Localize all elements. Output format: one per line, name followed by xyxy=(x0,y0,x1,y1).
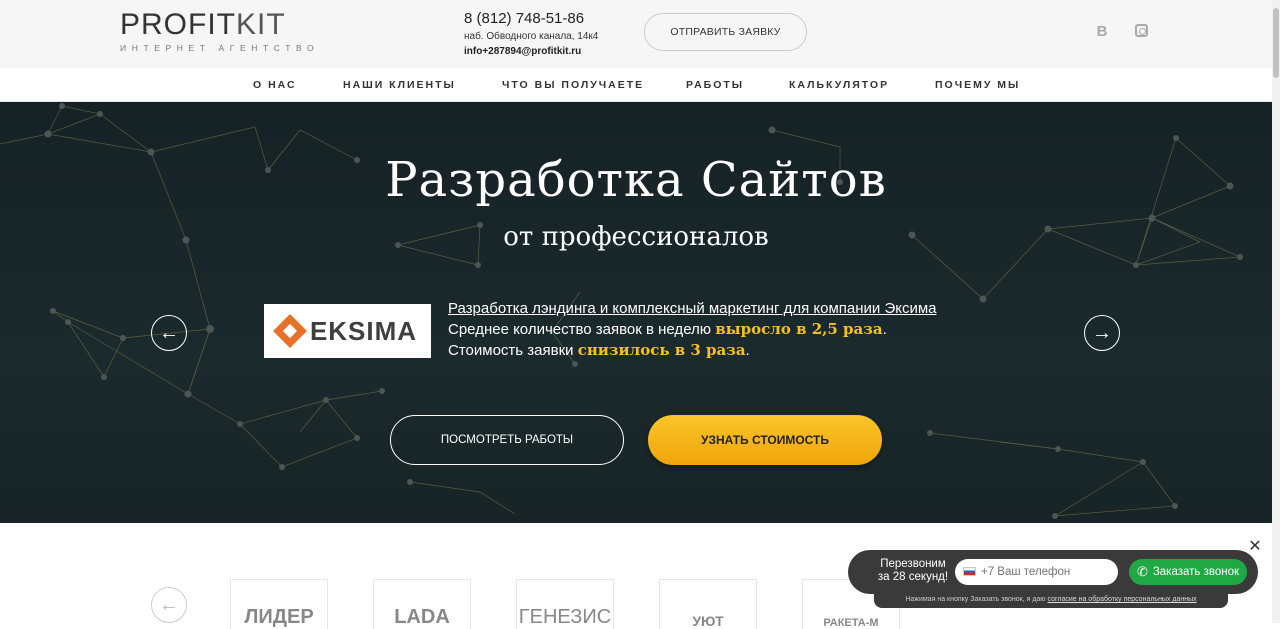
close-icon[interactable]: ✕ xyxy=(1247,539,1263,555)
slider-prev-button[interactable]: ← xyxy=(151,315,187,351)
case-description: Разработка лэндинга и комплексный маркет… xyxy=(448,298,937,361)
client-logo: ГЕНЕЗИС xyxy=(516,579,614,629)
consent-note: Нажимая на кнопку Заказать звонок, я даю… xyxy=(874,592,1228,608)
nav-item-clients[interactable]: НАШИ КЛИЕНТЫ xyxy=(343,79,456,91)
nav-item-works[interactable]: РАБОТЫ xyxy=(686,79,744,91)
email-link[interactable]: info+287894@profitkit.ru xyxy=(464,46,598,57)
send-request-button[interactable]: ОТПРАВИТЬ ЗАЯВКУ xyxy=(644,13,807,51)
main-nav: О НАС НАШИ КЛИЕНТЫ ЧТО ВЫ ПОЛУЧАЕТЕ РАБО… xyxy=(0,68,1272,102)
client-logo: ЛИДЕР xyxy=(230,579,328,629)
case-result-leads: Среднее количество заявок в неделю вырос… xyxy=(448,320,887,338)
phone-icon: ✆ xyxy=(1136,564,1148,579)
scrollbar[interactable] xyxy=(1272,0,1280,623)
hero-section: Разработка Сайтов от профессионалов ← → … xyxy=(0,102,1272,523)
top-header: PROFITKIT ИНТЕРНЕТ АГЕНТСТВО 8 (812) 748… xyxy=(0,0,1272,68)
logo-tagline: ИНТЕРНЕТ АГЕНТСТВО xyxy=(120,43,320,53)
clients-prev-button[interactable]: ← xyxy=(151,587,187,623)
eksima-logo-icon xyxy=(272,314,307,348)
phone-input[interactable] xyxy=(955,559,1118,585)
russia-flag-icon xyxy=(963,567,976,576)
logo-text: PROFITKIT xyxy=(120,8,286,41)
nav-item-why-us[interactable]: ПОЧЕМУ МЫ xyxy=(935,79,1020,91)
hero-subtitle: от профессионалов xyxy=(503,222,769,252)
nav-item-calculator[interactable]: КАЛЬКУЛЯТОР xyxy=(789,79,889,91)
logo[interactable]: PROFITKIT ИНТЕРНЕТ АГЕНТСТВО xyxy=(120,8,320,54)
case-logo: EKSIMA xyxy=(264,304,431,358)
callback-widget: Перезвоним за 28 секунд! ✆ Заказать звон… xyxy=(848,550,1258,594)
case-result-cost: Стоимость заявки снизилось в 3 раза. xyxy=(448,341,750,359)
nav-item-about[interactable]: О НАС xyxy=(253,79,297,91)
order-call-button[interactable]: ✆ Заказать звонок xyxy=(1129,559,1247,585)
slider-next-button[interactable]: → xyxy=(1084,315,1120,351)
consent-link[interactable]: согласие на обработку персональных данны… xyxy=(1048,596,1197,603)
phone-number[interactable]: 8 (812) 748-51-86 xyxy=(464,10,598,28)
address: наб. Обводного канала, 14к4 xyxy=(464,31,599,42)
scrollbar-thumb[interactable] xyxy=(1273,8,1279,78)
vk-icon[interactable]: B xyxy=(1094,24,1110,40)
contacts: 8 (812) 748-51-86 наб. Обводного канала,… xyxy=(464,10,598,57)
hero-title: Разработка Сайтов xyxy=(385,152,887,208)
client-logo: LADA xyxy=(373,579,471,629)
callback-text: Перезвоним за 28 секунд! xyxy=(877,558,949,583)
view-works-button[interactable]: ПОСМОТРЕТЬ РАБОТЫ xyxy=(390,415,624,465)
nav-item-benefits[interactable]: ЧТО ВЫ ПОЛУЧАЕТЕ xyxy=(502,79,644,91)
client-logo: УЮТ xyxy=(659,579,757,629)
instagram-icon[interactable] xyxy=(1135,24,1151,40)
case-link[interactable]: Разработка лэндинга и комплексный маркет… xyxy=(448,298,937,319)
get-price-button[interactable]: УЗНАТЬ СТОИМОСТЬ xyxy=(648,415,882,465)
